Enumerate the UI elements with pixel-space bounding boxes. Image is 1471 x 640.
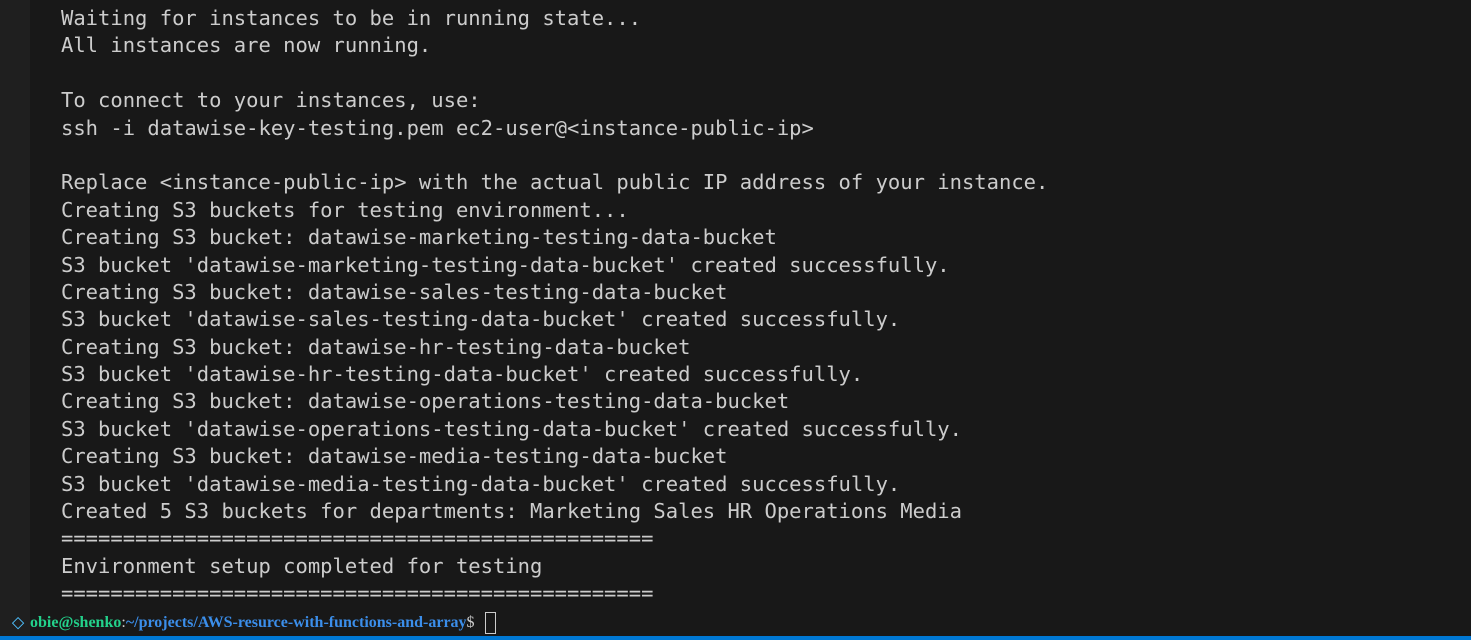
terminal-line: Creating S3 bucket: datawise-operations-… (61, 389, 790, 414)
terminal-gutter (0, 0, 30, 636)
terminal-line: Creating S3 bucket: datawise-media-testi… (61, 444, 728, 469)
terminal-window: Waiting for instances to be in running s… (0, 0, 1471, 640)
terminal-line: S3 bucket 'datawise-marketing-testing-da… (61, 252, 950, 277)
terminal-cursor[interactable] (484, 611, 496, 634)
terminal-line: S3 bucket 'datawise-operations-testing-d… (61, 416, 962, 441)
terminal-line: S3 bucket 'datawise-hr-testing-data-buck… (61, 362, 864, 387)
terminal-line: S3 bucket 'datawise-media-testing-data-b… (61, 471, 901, 496)
terminal-line: To connect to your instances, use: (61, 88, 481, 113)
terminal-output: Waiting for instances to be in running s… (61, 5, 1048, 608)
terminal-line: Waiting for instances to be in running s… (61, 6, 642, 30)
terminal-line: All instances are now running. (61, 33, 432, 58)
terminal-line: Creating S3 bucket: datawise-marketing-t… (61, 225, 777, 250)
shell-prompt[interactable]: ⬦ obie@shenko : ~/projects/AWS-resurce-w… (6, 609, 496, 636)
separator-line: ========================================… (61, 526, 654, 551)
terminal-line: ssh -i datawise-key-testing.pem ec2-user… (61, 115, 814, 140)
status-bar-strip (0, 636, 1471, 640)
terminal-line: Creating S3 bucket: datawise-sales-testi… (61, 279, 728, 304)
terminal-line: Created 5 S3 buckets for departments: Ma… (61, 499, 962, 524)
terminal-line: Creating S3 bucket: datawise-hr-testing-… (61, 334, 691, 359)
terminal-line: Environment setup completed for testing (61, 553, 543, 578)
terminal-line: Replace <instance-public-ip> with the ac… (61, 170, 1049, 195)
terminal-panel[interactable]: Waiting for instances to be in running s… (30, 0, 1471, 636)
prompt-symbol: $ (466, 614, 475, 631)
terminal-line: S3 bucket 'datawise-sales-testing-data-b… (61, 307, 901, 332)
separator-line: ========================================… (61, 581, 654, 606)
prompt-path: ~/projects/AWS-resurce-with-functions-an… (125, 614, 467, 631)
shell-integration-icon[interactable]: ⬦ (6, 609, 30, 636)
prompt-user-host: obie@shenko (30, 614, 122, 631)
terminal-line: Creating S3 buckets for testing environm… (61, 197, 629, 222)
